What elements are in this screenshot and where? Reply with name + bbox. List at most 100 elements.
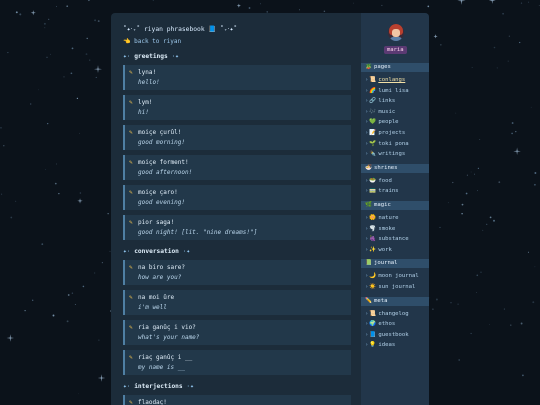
sidebar-item-changelog[interactable]: ›📜 changelog <box>365 310 409 318</box>
phrase-card: ✎ moiçe çaro! good evening! <box>123 185 351 210</box>
sidebar-group-title: magic <box>373 202 391 208</box>
item-icon: ✨ <box>369 246 377 253</box>
sidebar-item-ethos[interactable]: ›🌍 ethos <box>365 320 395 328</box>
sidebar-item-substance[interactable]: ›🍇 substance <box>365 235 409 243</box>
sidebar-item-label: guestbook <box>378 331 409 338</box>
sidebar-item-food[interactable]: ›🥗 food <box>365 177 392 185</box>
back-link-label: back to riyan <box>134 38 182 45</box>
pencil-icon: ✎ <box>129 99 133 106</box>
group-icon: 🍜 <box>365 164 372 171</box>
chevron-right-icon: › <box>365 321 369 328</box>
sidebar-item-label: trains <box>378 188 399 195</box>
sidebar-group-shrines: 🍜 shrines <box>361 163 429 173</box>
item-icon: 🌈 <box>369 87 377 94</box>
sidebar-item-trains[interactable]: ›🚃 trains <box>365 187 399 195</box>
sidebar-item-moon-journal[interactable]: ›🌙 moon journal <box>365 272 419 280</box>
phrase-translation: hi! <box>138 109 149 116</box>
sidebar-item-lumi-lisa[interactable]: ›🌈 lumi lisa <box>365 87 409 95</box>
sidebar-item-label: links <box>378 98 396 105</box>
avatar[interactable] <box>388 24 404 41</box>
item-icon: 📜 <box>369 310 377 317</box>
sidebar-item-label: work <box>378 246 392 253</box>
section-title: conversation <box>134 248 179 255</box>
phrase-card: ✎ moiçe forment! good afternoon! <box>123 155 351 180</box>
sparkle-icon: ✦· <box>123 383 131 390</box>
chevron-right-icon: › <box>365 87 369 94</box>
phrase-card: ✎ ria ganûç i vio? what's your name? <box>123 320 351 345</box>
chevron-right-icon: › <box>365 151 369 158</box>
pencil-icon: ✎ <box>129 264 133 271</box>
sidebar-item-label: toki pona <box>378 140 409 147</box>
phrase-word: lyna! <box>138 69 157 76</box>
chevron-right-icon: › <box>365 236 369 243</box>
chevron-right-icon: › <box>365 188 369 195</box>
sidebar-item-label: conlangs <box>378 77 406 83</box>
chevron-right-icon: › <box>365 119 369 126</box>
item-icon: 📜 <box>369 77 377 83</box>
phrase-translation: hello! <box>138 79 160 86</box>
chevron-right-icon: › <box>365 342 369 349</box>
sidebar: maria 🪴 pages ›📜 conlangs ›🌈 lumi lisa ›🔗 links… <box>361 13 429 405</box>
item-icon: 🌪️ <box>369 225 377 232</box>
group-icon: ✏️ <box>365 297 372 304</box>
chevron-right-icon: › <box>365 310 369 317</box>
chevron-right-icon: › <box>365 140 369 147</box>
sidebar-item-work[interactable]: ›✨ work <box>365 246 392 254</box>
sparkle-icon: ·✦ <box>171 53 179 60</box>
sidebar-item-label: sun journal <box>378 284 416 290</box>
section-heading: ✦· conversation ·✦ <box>123 248 190 255</box>
phrase-card: ✎ na moi ûre i'm well <box>123 290 351 315</box>
sidebar-item-label: smoke <box>378 225 396 232</box>
phrase-translation: i'm well <box>138 304 167 311</box>
chevron-right-icon: › <box>365 108 369 115</box>
item-icon: 🥗 <box>369 177 377 184</box>
phrase-translation: good night! [lit. "nine dreams!"] <box>138 229 258 236</box>
sidebar-item-ideas[interactable]: ›💡 ideas <box>365 341 395 349</box>
sidebar-item-sun-journal[interactable]: ›☀️ sun journal <box>365 283 415 291</box>
pointing-hand-icon: 👈 <box>123 38 131 45</box>
sparkle-icon: ✦· <box>123 53 131 60</box>
pencil-icon: ✎ <box>129 354 133 361</box>
group-icon: 🪴 <box>365 64 372 70</box>
sidebar-item-nature[interactable]: ›🌼 nature <box>365 214 399 222</box>
phrase-word: flaodaç! <box>138 399 167 405</box>
pencil-icon: ✎ <box>129 294 133 301</box>
phrase-translation: good evening! <box>138 199 185 206</box>
phrase-translation: how are you? <box>138 274 182 281</box>
username-badge[interactable]: maria <box>384 46 407 54</box>
sidebar-item-people[interactable]: ›💚 people <box>365 118 399 126</box>
phrase-translation: what's your name? <box>138 334 200 341</box>
sidebar-group-title: shrines <box>373 164 398 171</box>
sidebar-item-links[interactable]: ›🔗 links <box>365 97 395 105</box>
item-icon: 🎶 <box>369 108 377 115</box>
pencil-icon: ✎ <box>129 159 133 166</box>
item-icon: 🔗 <box>369 98 377 105</box>
sidebar-item-guestbook[interactable]: ›📘 guestbook <box>365 331 409 339</box>
sidebar-item-projects[interactable]: ›📝 projects <box>365 129 405 137</box>
back-link[interactable]: 👈 back to riyan <box>123 38 181 45</box>
item-icon: ☀️ <box>369 284 377 290</box>
phrase-word: moiçe çaro! <box>138 189 178 196</box>
sidebar-item-music[interactable]: ›🎶 music <box>365 108 395 116</box>
sidebar-item-conlangs[interactable]: ›📜 conlangs <box>365 76 405 84</box>
sidebar-item-smoke[interactable]: ›🌪️ smoke <box>365 225 395 233</box>
sidebar-group-title: journal <box>373 260 398 267</box>
sidebar-item-label: substance <box>378 236 409 243</box>
sidebar-item-label: projects <box>378 130 406 136</box>
sidebar-group-title: pages <box>373 64 391 70</box>
sidebar-item-writings[interactable]: ›✒️ writings <box>365 150 405 158</box>
phrase-word: riaç ganûç i __ <box>138 354 193 361</box>
phrase-card: ✎flaodaç!please! <box>123 395 351 405</box>
sidebar-item-label: nature <box>378 215 399 221</box>
item-icon: 📝 <box>369 130 377 136</box>
pencil-icon: ✎ <box>129 324 133 331</box>
sidebar-item-toki-pona[interactable]: ›🌱 toki pona <box>365 140 409 148</box>
item-icon: 💚 <box>369 119 377 126</box>
sidebar-item-label: music <box>378 108 396 115</box>
sidebar-item-label: changelog <box>378 310 409 317</box>
chevron-right-icon: › <box>365 177 369 184</box>
section-title: greetings <box>134 53 168 60</box>
sidebar-group-magic: 🌿 magic <box>361 201 429 210</box>
sidebar-group-journal: 📗 journal <box>361 259 429 269</box>
item-icon: 🌼 <box>369 215 377 221</box>
